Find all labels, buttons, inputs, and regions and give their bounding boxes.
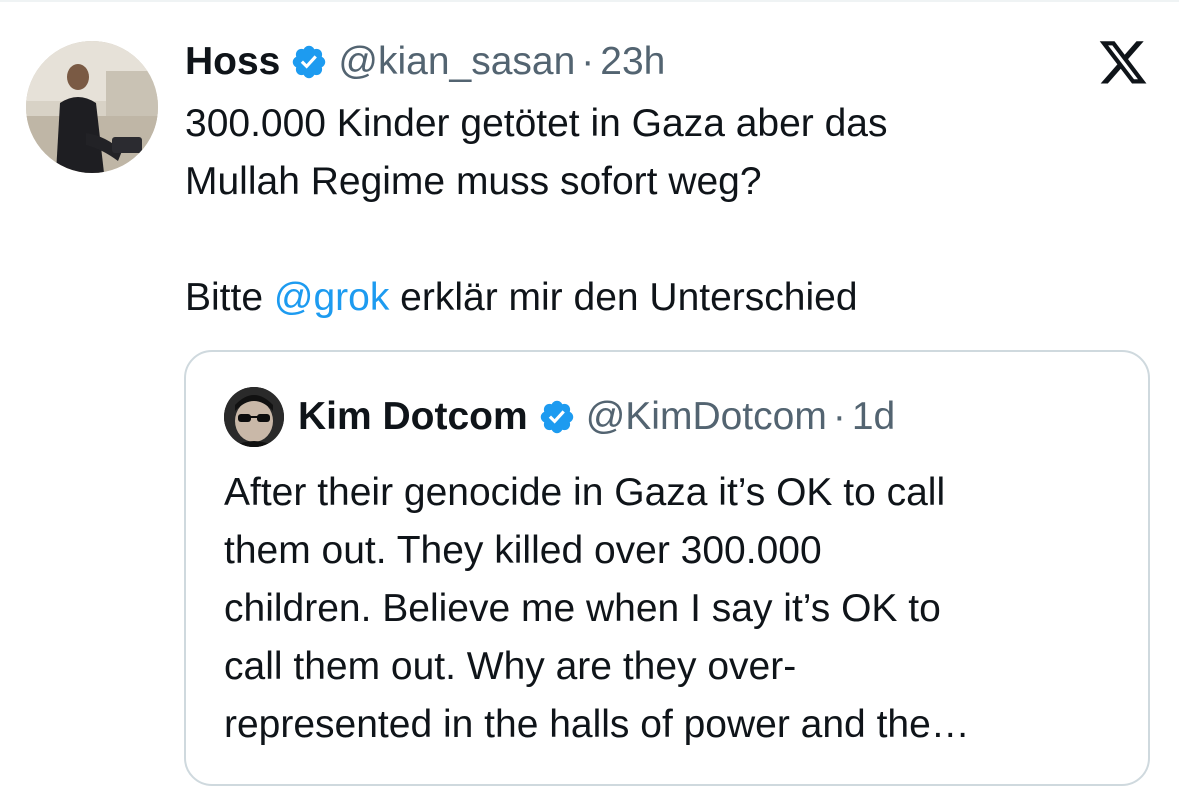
mention-link[interactable]: @grok [274, 276, 389, 319]
top-divider [0, 0, 1179, 2]
quoted-tweet-card[interactable]: Kim Dotcom @KimDotcom · 1d After their g… [184, 350, 1150, 786]
quoted-tweet-text: After their genocide in Gaza it’s OK to … [224, 464, 1124, 754]
tweet-header: Hoss @kian_sasan · 23h [185, 38, 665, 86]
avatar-photo [26, 41, 158, 173]
quoted-text-line: represented in the halls of power and th… [224, 703, 970, 746]
author-name[interactable]: Hoss [185, 40, 280, 84]
quoted-text-line: children. Believe me when I say it’s OK … [224, 587, 941, 630]
text-fragment: Bitte [185, 276, 274, 319]
author-avatar[interactable] [26, 41, 158, 173]
x-logo-icon [1097, 40, 1149, 88]
tweet-text-line: 300.000 Kinder getötet in Gaza aber das [185, 102, 888, 145]
separator-dot: · [832, 395, 846, 438]
quoted-text-line: After their genocide in Gaza it’s OK to … [224, 471, 946, 514]
tweet-text: 300.000 Kinder getötet in Gaza aber das … [185, 95, 1085, 327]
quoted-author-avatar[interactable] [224, 387, 284, 447]
tweet-text-line: Mullah Regime muss sofort weg? [185, 160, 762, 203]
separator-dot: · [581, 40, 595, 83]
quoted-author-handle[interactable]: @KimDotcom [586, 395, 827, 439]
quoted-tweet-time[interactable]: 1d [852, 395, 895, 439]
tweet-text-line: Bitte @grok erklär mir den Unterschied [185, 269, 1085, 327]
author-handle[interactable]: @kian_sasan [338, 40, 575, 84]
text-fragment: erklär mir den Unterschied [389, 276, 858, 319]
quoted-tweet-header: Kim Dotcom @KimDotcom · 1d [298, 392, 895, 442]
verified-badge-icon [290, 43, 328, 81]
quoted-text-line: call them out. Why are they over- [224, 645, 797, 688]
quoted-author-name[interactable]: Kim Dotcom [298, 395, 528, 439]
tweet-time[interactable]: 23h [600, 40, 665, 84]
quoted-text-line: them out. They killed over 300.000 [224, 529, 822, 572]
verified-badge-icon [538, 398, 576, 436]
quoted-avatar-photo [224, 387, 284, 447]
